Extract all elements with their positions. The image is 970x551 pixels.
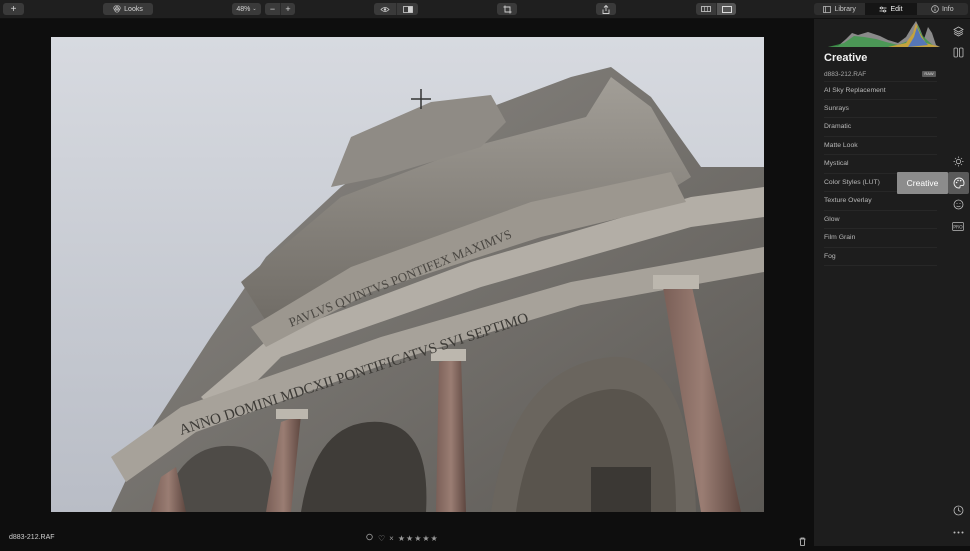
tab-library-label: Library <box>834 5 856 13</box>
pro-tools-icon[interactable]: PRO <box>951 219 965 233</box>
chevron-down-icon: ⌄ <box>252 6 257 12</box>
raw-badge: RAW <box>922 71 936 77</box>
history-clock-icon[interactable] <box>951 503 965 517</box>
panel-filename: d883-212.RAF <box>824 71 867 78</box>
crop-icon <box>503 5 511 13</box>
more-options-icon[interactable] <box>951 525 965 539</box>
color-label-icon[interactable] <box>366 533 374 543</box>
zoom-value: 48% <box>236 5 251 13</box>
looks-icon <box>113 5 121 13</box>
portrait-face-icon[interactable] <box>951 197 965 211</box>
palette-icon <box>953 177 964 189</box>
favorite-heart-icon[interactable]: ♡ <box>378 534 385 543</box>
tool-mystical[interactable]: Mystical <box>824 155 937 174</box>
tool-texture-overlay[interactable]: Texture Overlay <box>824 192 937 211</box>
zoom-stepper: − + <box>265 3 295 15</box>
creative-tooltip: Creative <box>897 172 948 194</box>
image-canvas[interactable]: PAVLVS QVINTVS PONTIFEX MAXIMVS ANNO DOM… <box>0 19 814 530</box>
share-button[interactable] <box>596 3 616 15</box>
edit-panel: Creative d883-212.RAF RAW AI Sky Replace… <box>814 19 970 546</box>
info-icon <box>931 5 939 13</box>
zoom-out-button[interactable]: − <box>265 3 280 15</box>
reject-icon[interactable]: × <box>389 534 394 543</box>
looks-button[interactable]: Looks <box>103 3 153 15</box>
panel-title: Creative <box>824 52 868 64</box>
view-compare-group <box>374 3 418 15</box>
rating-bar: ♡ × ★★★★★ <box>366 533 439 543</box>
creative-palette-button[interactable] <box>948 172 969 194</box>
essentials-sun-icon[interactable] <box>951 154 965 168</box>
photo-preview[interactable]: PAVLVS QVINTVS PONTIFEX MAXIMVS ANNO DOM… <box>51 37 764 512</box>
mode-tabs: Library Edit Info <box>814 3 968 15</box>
presets-icon[interactable] <box>951 45 965 59</box>
library-icon <box>823 5 832 13</box>
tab-edit[interactable]: Edit <box>865 3 917 15</box>
zoom-dropdown[interactable]: 48% ⌄ <box>232 3 261 15</box>
tool-sunrays[interactable]: Sunrays <box>824 100 937 118</box>
preview-eye-button[interactable] <box>374 3 396 15</box>
zoom-in-button[interactable]: + <box>280 3 295 15</box>
tool-fog[interactable]: Fog <box>824 248 937 266</box>
bottom-bar: d883-212.RAF ♡ × ★★★★★ <box>0 530 814 546</box>
bottom-filename: d883-212.RAF <box>9 534 55 541</box>
grid-view-icon <box>701 6 711 12</box>
single-view-button[interactable] <box>716 3 736 15</box>
filmstrip-view-button[interactable] <box>696 3 716 15</box>
svg-text:PRO: PRO <box>953 224 963 230</box>
tab-edit-label: Edit <box>890 5 903 13</box>
compare-button[interactable] <box>396 3 418 15</box>
share-icon <box>602 4 610 14</box>
top-toolbar: + Looks 48% ⌄ − + Library Edit Info <box>0 0 970 19</box>
histogram <box>828 21 940 47</box>
sliders-icon <box>879 6 887 12</box>
single-view-icon <box>721 5 732 13</box>
fountain-facade-image: PAVLVS QVINTVS PONTIFEX MAXIMVS ANNO DOM… <box>51 37 764 512</box>
tool-matte-look[interactable]: Matte Look <box>824 137 937 155</box>
tool-film-grain[interactable]: Film Grain <box>824 229 937 248</box>
star-rating[interactable]: ★★★★★ <box>398 534 439 543</box>
layers-icon[interactable] <box>951 24 965 38</box>
compare-icon <box>402 5 413 13</box>
tool-dramatic[interactable]: Dramatic <box>824 118 937 137</box>
tab-library[interactable]: Library <box>814 3 865 15</box>
tab-info[interactable]: Info <box>917 3 968 15</box>
looks-label: Looks <box>124 5 143 13</box>
trash-icon[interactable] <box>799 533 806 551</box>
layout-toggle-group <box>696 3 736 15</box>
tool-ai-sky-replacement[interactable]: AI Sky Replacement <box>824 81 937 100</box>
crop-button[interactable] <box>497 3 517 15</box>
tool-glow[interactable]: Glow <box>824 211 937 229</box>
add-button[interactable]: + <box>3 3 24 15</box>
eye-icon <box>380 6 390 12</box>
tab-info-label: Info <box>941 5 954 13</box>
